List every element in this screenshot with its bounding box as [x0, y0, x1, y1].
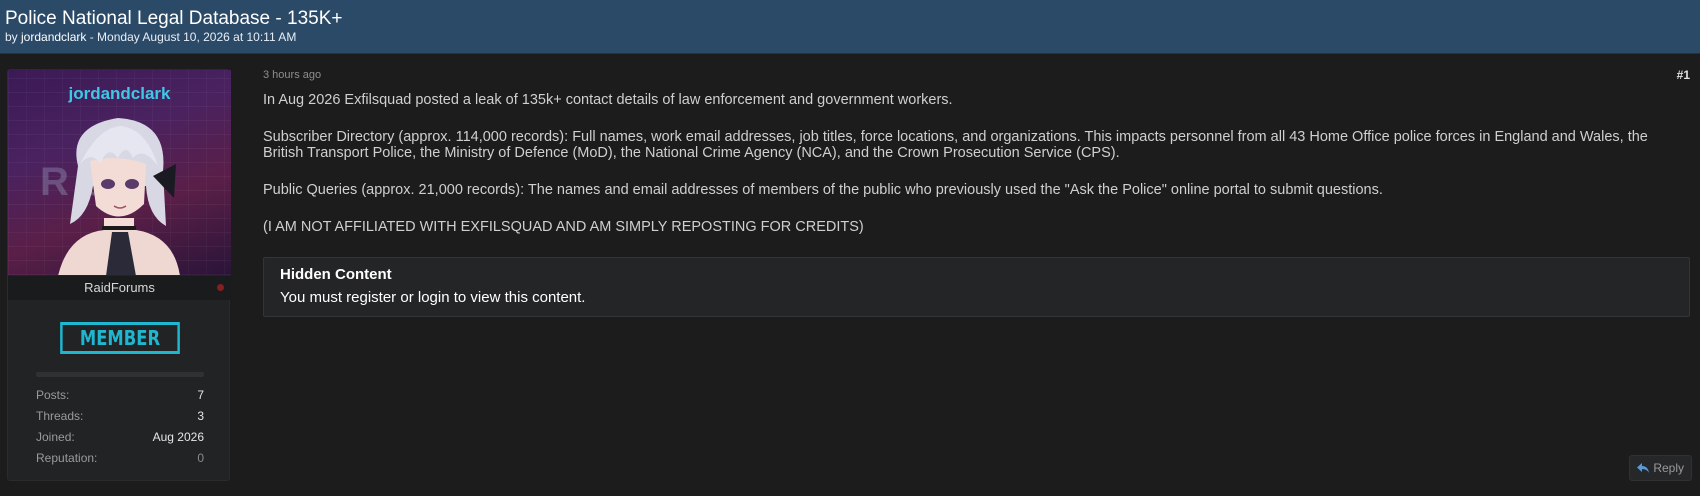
- user-panel: R s jordandclark RaidForums MEMBER Posts…: [7, 69, 231, 481]
- post-paragraph: Subscriber Directory (approx. 114,000 re…: [263, 129, 1648, 161]
- avatar-character-illustration: [58, 118, 180, 275]
- stat-row-threads: Threads: 3: [36, 406, 204, 427]
- reply-button-label: Reply: [1653, 461, 1684, 475]
- hidden-content-message: You must register or login to view this …: [280, 289, 585, 306]
- avatar[interactable]: R s jordandclark: [8, 70, 231, 275]
- thread-author-link[interactable]: jordandclark: [21, 30, 86, 44]
- avatar-username[interactable]: jordandclark: [8, 84, 231, 104]
- post-paragraph: In Aug 2026 Exfilsquad posted a leak of …: [263, 92, 953, 108]
- thread-date: - Monday August 10, 2026 at 10:11 AM: [86, 30, 297, 44]
- stat-value-reputation[interactable]: 0: [197, 448, 204, 469]
- post-paragraph: (I AM NOT AFFILIATED WITH EXFILSQUAD AND…: [263, 219, 864, 235]
- reply-button[interactable]: Reply: [1629, 455, 1692, 481]
- stat-label: Reputation:: [36, 451, 98, 465]
- stat-row-posts: Posts: 7: [36, 385, 204, 406]
- stat-value-threads: 3: [197, 409, 204, 423]
- thread-meta: by jordandclark - Monday August 10, 2026…: [5, 30, 296, 44]
- hidden-text-part: You must: [280, 289, 347, 306]
- stat-label: Threads:: [36, 409, 84, 423]
- stat-label: Joined:: [36, 430, 75, 444]
- user-stats: Posts: 7 Threads: 3 Joined: Aug 2026 Rep…: [36, 385, 204, 469]
- thread-by-prefix: by: [5, 30, 22, 44]
- login-link[interactable]: login: [418, 289, 450, 306]
- offline-status-icon: [217, 284, 224, 291]
- stat-row-joined: Joined: Aug 2026: [36, 427, 204, 448]
- thread-title: Police National Legal Database - 135K+: [5, 8, 343, 29]
- hidden-text-part: or: [396, 289, 418, 306]
- hidden-text-part: to view this content.: [449, 289, 586, 306]
- post-paragraph: Public Queries (approx. 21,000 records):…: [263, 182, 1383, 198]
- post-body: In Aug 2026 Exfilsquad posted a leak of …: [263, 92, 1683, 256]
- stat-label: Posts:: [36, 388, 70, 402]
- reputation-bar: [36, 372, 204, 377]
- reply-arrow-icon: [1637, 463, 1649, 473]
- post-number-link[interactable]: #1: [1677, 68, 1690, 82]
- forum-name-bar: RaidForums: [8, 276, 231, 300]
- register-link[interactable]: register: [346, 289, 396, 306]
- hidden-content-title: Hidden Content: [280, 266, 392, 283]
- stat-value-joined: Aug 2026: [152, 430, 204, 444]
- stat-value-posts: 7: [197, 388, 204, 402]
- post-timestamp: 3 hours ago: [263, 69, 322, 81]
- thread-header: Police National Legal Database - 135K+ b…: [0, 0, 1700, 54]
- stat-row-reputation: Reputation: 0: [36, 448, 204, 469]
- forum-name: RaidForums: [84, 280, 155, 295]
- rank-badge: MEMBER: [60, 322, 180, 354]
- hidden-content-box: Hidden Content You must register or logi…: [263, 257, 1690, 317]
